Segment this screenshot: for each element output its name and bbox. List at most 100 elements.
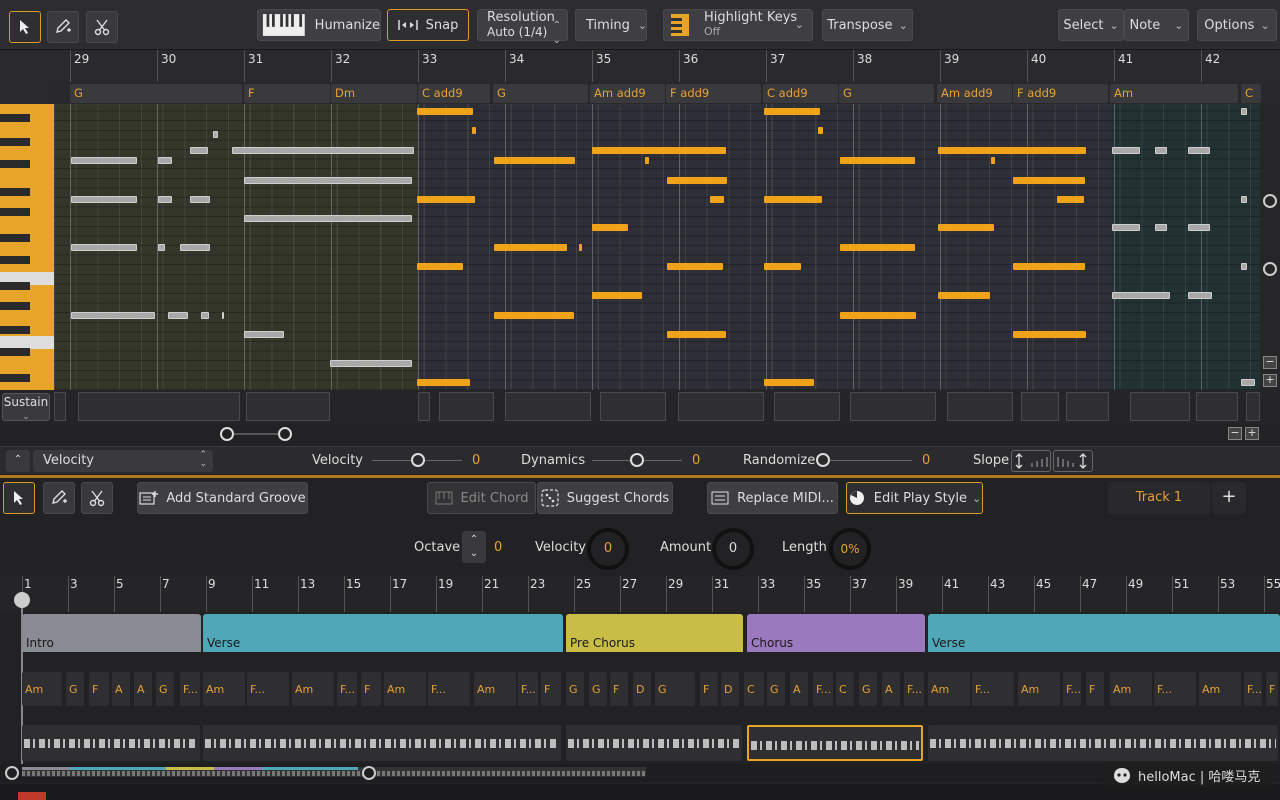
chord-block[interactable]: Am add9 — [590, 84, 665, 103]
midi-note[interactable] — [417, 196, 475, 203]
midi-note[interactable] — [579, 244, 582, 251]
randomize-slider-track[interactable] — [820, 460, 912, 461]
select-dropdown[interactable]: Select ⌄ — [1058, 9, 1124, 41]
timing-dropdown[interactable]: Timing ⌄ — [575, 9, 647, 41]
midi-note[interactable] — [71, 244, 137, 251]
chord-block[interactable]: C — [1241, 84, 1261, 103]
arrangement-chord[interactable]: F — [700, 672, 718, 706]
sustain-block[interactable] — [1130, 392, 1190, 421]
sustain-block[interactable] — [439, 392, 494, 421]
arrangement-chord[interactable]: D — [633, 672, 651, 706]
arrangement-chord[interactable]: F... — [180, 672, 200, 706]
midi-note[interactable] — [710, 196, 724, 203]
playhead-handle[interactable] — [14, 592, 30, 608]
velocity-knob[interactable]: 0 — [587, 528, 629, 570]
midi-note[interactable] — [991, 157, 995, 164]
midi-note[interactable] — [244, 177, 412, 184]
arrangement-chord[interactable]: A — [882, 672, 900, 706]
midi-note[interactable] — [840, 244, 915, 251]
midi-note[interactable] — [764, 196, 822, 203]
pencil-tool-button[interactable] — [47, 11, 79, 43]
midi-note[interactable] — [1155, 147, 1167, 154]
add-standard-groove-button[interactable]: Add Standard Groove — [137, 482, 308, 514]
humanize-button[interactable]: Humanize — [257, 9, 381, 41]
arrangement-chord[interactable]: F... — [1244, 672, 1262, 706]
midi-note[interactable] — [71, 312, 155, 319]
arrangement-chord[interactable]: F... — [337, 672, 357, 706]
midi-note[interactable] — [417, 379, 470, 386]
section-block[interactable]: Intro — [22, 614, 201, 652]
midi-note[interactable] — [645, 157, 649, 164]
midi-note[interactable] — [592, 224, 628, 231]
sustain-lane-select[interactable]: Sustain ⌄ — [2, 393, 50, 422]
midi-note[interactable] — [667, 263, 723, 270]
midi-note[interactable] — [71, 157, 137, 164]
zoom-in-horizontal-button[interactable]: + — [1245, 427, 1259, 440]
vertical-scrollbar[interactable]: − + — [1260, 104, 1280, 390]
midi-note[interactable] — [494, 244, 567, 251]
midi-note[interactable] — [158, 196, 172, 203]
midi-note[interactable] — [180, 244, 210, 251]
midi-note[interactable] — [472, 127, 476, 134]
pattern-block[interactable] — [203, 725, 561, 761]
midi-note[interactable] — [201, 312, 209, 319]
midi-note[interactable] — [213, 131, 218, 138]
dynamics-slider-knob[interactable] — [630, 453, 644, 467]
chord-block[interactable]: Dm — [331, 84, 417, 103]
midi-note[interactable] — [840, 157, 915, 164]
midi-note[interactable] — [330, 360, 412, 367]
arrangement-chord[interactable]: Am — [1018, 672, 1060, 706]
scissors-tool-button[interactable] — [86, 11, 118, 43]
note-dropdown[interactable]: Note ⌄ — [1124, 9, 1189, 41]
zoom-out-vertical-button[interactable]: − — [1263, 356, 1277, 369]
scroll-handle-top[interactable] — [1263, 194, 1277, 208]
arrangement-chord[interactable]: F — [1266, 672, 1278, 706]
arrangement-chord[interactable]: Am — [1199, 672, 1241, 706]
arrangement-chord[interactable]: G — [655, 672, 695, 706]
lane-select-dropdown[interactable]: Velocity ⌃ ⌄ — [33, 450, 213, 472]
sustain-block[interactable] — [246, 392, 330, 421]
piano-keys[interactable] — [0, 104, 54, 390]
arrangement-chord[interactable]: F — [541, 672, 561, 706]
midi-note[interactable] — [494, 157, 575, 164]
arrangement-chord[interactable]: F — [1086, 672, 1104, 706]
sustain-block[interactable] — [774, 392, 840, 421]
horizontal-scroll-range[interactable] — [220, 427, 292, 441]
midi-note[interactable] — [667, 331, 726, 338]
midi-note[interactable] — [1188, 147, 1210, 154]
arrangement-chord[interactable]: F — [89, 672, 109, 706]
scroll-handle-right[interactable] — [278, 427, 292, 441]
add-track-button[interactable]: + — [1212, 482, 1246, 514]
arrangement-chord[interactable]: G — [156, 672, 174, 706]
pointer-tool-button[interactable] — [9, 11, 41, 43]
edit-chord-button[interactable]: Edit Chord — [427, 482, 536, 514]
arrangement-chord[interactable]: F — [610, 672, 628, 706]
suggest-chords-button[interactable]: Suggest Chords — [537, 482, 673, 514]
overview-scrollbar[interactable] — [0, 764, 1280, 782]
arrangement-chord[interactable]: F... — [428, 672, 470, 706]
arrangement-chord[interactable]: F... — [813, 672, 833, 706]
midi-note[interactable] — [1057, 196, 1084, 203]
sustain-block[interactable] — [505, 392, 591, 421]
section-block[interactable]: Chorus — [747, 614, 925, 652]
pattern-block[interactable] — [22, 725, 200, 761]
chord-block[interactable]: G — [493, 84, 588, 103]
chord-block[interactable]: C add9 — [763, 84, 838, 103]
amount-knob[interactable]: 0 — [712, 528, 754, 570]
midi-note[interactable] — [938, 224, 994, 231]
arrangement-chord[interactable]: A — [790, 672, 808, 706]
midi-note[interactable] — [417, 108, 473, 115]
overview-handle-right[interactable] — [362, 766, 376, 780]
midi-note[interactable] — [244, 215, 412, 222]
edit-play-style-button[interactable]: Edit Play Style ⌄ — [846, 482, 983, 514]
arrangement-chord[interactable]: Am — [292, 672, 334, 706]
options-dropdown[interactable]: Options ⌄ — [1197, 9, 1277, 41]
midi-note[interactable] — [764, 108, 820, 115]
arrangement-chord[interactable]: C — [836, 672, 854, 706]
chord-block[interactable]: C add9 — [418, 84, 490, 103]
midi-note[interactable] — [168, 312, 188, 319]
arrangement-chord[interactable]: F... — [972, 672, 1014, 706]
midi-note[interactable] — [222, 312, 224, 319]
chord-block[interactable]: F — [244, 84, 330, 103]
zoom-in-vertical-button[interactable]: + — [1263, 374, 1277, 387]
